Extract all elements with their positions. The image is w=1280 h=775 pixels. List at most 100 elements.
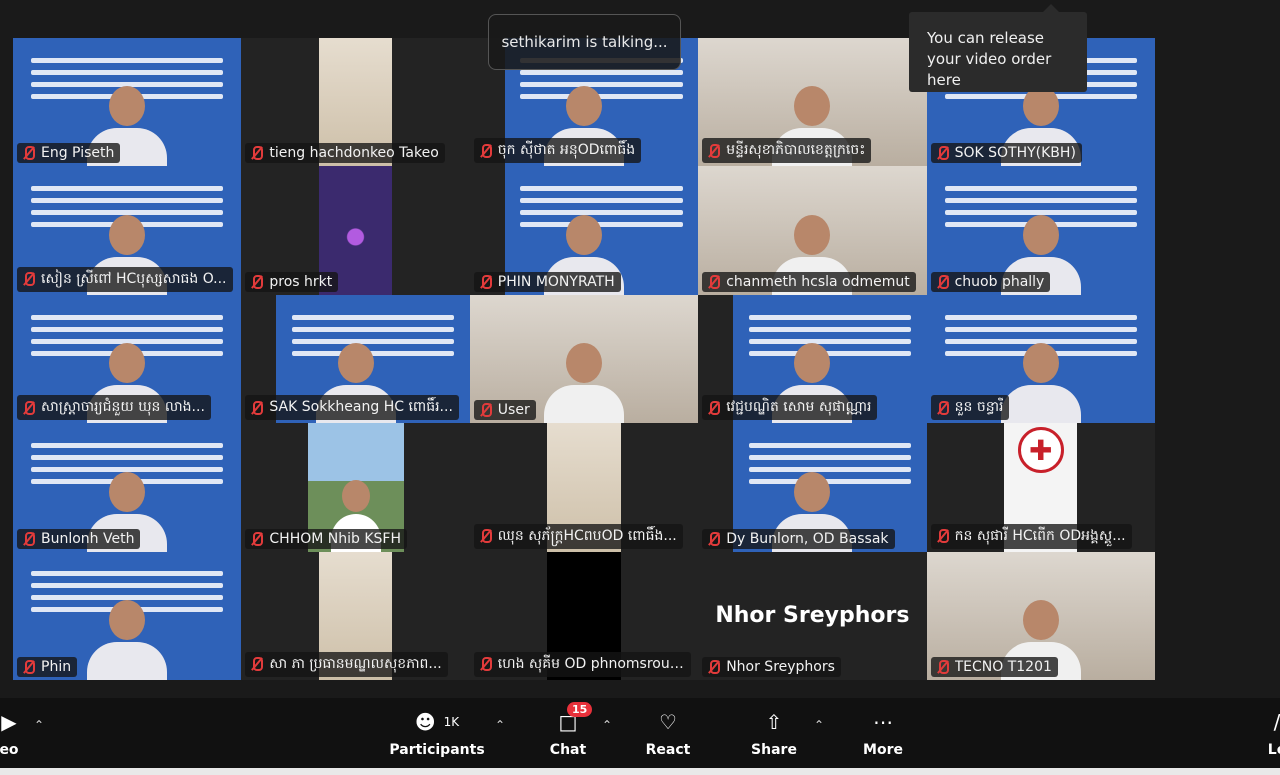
participant-tile[interactable]: វេជ្ជបណ្ឌិត សោម សុផាណ្ណារ	[698, 294, 927, 424]
participant-name-label: User	[473, 400, 536, 421]
participant-name-label: Nhor Sreyphors	[702, 656, 841, 677]
muted-mic-icon	[706, 400, 721, 416]
participant-name: ហេង សុគីម OD phnomsrouch	[497, 655, 685, 672]
participant-name-label: TECNO T1201	[930, 656, 1058, 677]
more-button[interactable]: ⋯ More	[858, 698, 908, 768]
participant-name-label: ហេង សុគីម OD phnomsrouch	[473, 651, 691, 677]
participant-name-label: ចុក សុីថាត អនុODពោធិ៍ង	[473, 138, 642, 164]
participant-tile[interactable]: chanmeth hcsla odmemut	[698, 166, 927, 295]
chat-button[interactable]: □ 15 Chat	[546, 698, 593, 768]
gallery-grid: Eng Piseth tieng hachdonkeo Takeo ចុក សុីថ…	[13, 38, 1155, 680]
participant-name: ឈុន សុភ័ក្រ្តHCពបOD ពោធិ៍ង...	[497, 527, 677, 544]
participant-name-label: Eng Piseth	[17, 143, 121, 164]
muted-mic-icon	[935, 145, 949, 161]
participant-tile[interactable]: Phin	[13, 551, 242, 680]
participant-name-label: Phin	[17, 656, 78, 677]
chat-icon: □ 15	[553, 702, 593, 736]
participant-name-label: សា ភា ប្រធានមណ្ឌលសុខភាព...	[245, 651, 448, 677]
participant-name: Dy Bunlorn, OD Bassak	[726, 530, 889, 547]
participant-tile[interactable]: សា ភា ប្រធានមណ្ឌលសុខភាព...	[241, 551, 470, 680]
muted-mic-icon	[249, 400, 264, 416]
muted-mic-icon	[935, 274, 949, 290]
participant-tile[interactable]: មន្ទីរសុខាភិបាលខេត្តក្រចេះ	[698, 38, 927, 167]
participant-tile[interactable]: សៀន ស្រីពៅ HCបុស្សសាធង O...	[13, 166, 242, 295]
meeting-toolbar: ▶ eo ⌃ ☻ 1K Participants ⌃ □ 15 Chat ⌃ ♡ R…	[0, 698, 1280, 768]
participant-name-label: Bunlonh Veth	[17, 528, 141, 549]
participant-name-label: tieng hachdonkeo Takeo	[245, 143, 445, 164]
participant-name: User	[497, 402, 530, 419]
participant-name-label: CHHOM Nhib KSFH	[245, 528, 407, 549]
participant-figure	[543, 343, 624, 424]
react-button[interactable]: ♡ React	[643, 698, 693, 768]
participant-tile[interactable]: TECNO T1201	[926, 551, 1155, 680]
participant-tile[interactable]: Eng Piseth	[13, 38, 242, 167]
chat-options-caret[interactable]: ⌃	[602, 718, 612, 732]
video-options-caret[interactable]: ⌃	[34, 718, 44, 732]
participant-name-label: មន្ទីរសុខាភិបាលខេត្តក្រចេះ	[702, 138, 872, 164]
muted-mic-icon	[478, 143, 492, 159]
muted-mic-icon	[935, 659, 949, 675]
taskbar-strip	[0, 768, 1280, 775]
react-label: React	[645, 742, 691, 758]
muted-mic-icon	[706, 659, 721, 675]
participant-name: Bunlonh Veth	[41, 530, 135, 547]
muted-mic-icon	[935, 400, 949, 416]
participant-tile[interactable]: Nhor Sreyphors Nhor Sreyphors	[698, 551, 927, 680]
participant-name: កន សុផារី HCពើក ODអង្គស្គួ...	[954, 527, 1126, 544]
participant-name-label: ឈុន សុភ័ក្រ្តHCពបOD ពោធិ៍ង...	[473, 523, 683, 549]
participant-tile[interactable]: User	[469, 294, 699, 424]
participant-name: tieng hachdonkeo Takeo	[269, 145, 439, 162]
share-button[interactable]: ⇧ Share	[750, 698, 798, 768]
participant-name-label: នួន ចន្ធារី	[930, 395, 1010, 421]
participants-label: Participants	[389, 742, 485, 758]
muted-mic-icon	[21, 400, 35, 416]
participant-name-label: សៀន ស្រីពៅ HCបុស្សសាធង O...	[17, 266, 233, 292]
video-label: eo	[0, 742, 19, 758]
participant-name: សាស្ត្រាចារ្យជំនួយ ឃុន លាង...	[41, 399, 205, 416]
more-label: More	[863, 742, 903, 758]
muted-mic-icon	[706, 274, 721, 290]
participant-tile[interactable]: chuob phally	[926, 166, 1155, 295]
participant-tile[interactable]: សាស្ត្រាចារ្យជំនួយ ឃុន លាង...	[13, 294, 242, 424]
muted-mic-icon	[478, 274, 492, 290]
share-options-caret[interactable]: ⌃	[814, 718, 824, 732]
participant-name: TECNO T1201	[954, 658, 1052, 675]
participant-tile[interactable]: ហេង សុគីម OD phnomsrouch	[469, 551, 699, 680]
zoom-meeting-window: Eng Piseth tieng hachdonkeo Takeo ចុក សុីថ…	[0, 0, 1280, 775]
participant-tile[interactable]: CHHOM Nhib KSFH	[241, 423, 470, 552]
muted-mic-icon	[249, 656, 264, 672]
muted-mic-icon	[478, 656, 492, 672]
participant-tile[interactable]: នួន ចន្ធារី	[926, 294, 1155, 424]
participant-tile[interactable]: pros hrkt	[241, 166, 470, 295]
participant-tile[interactable]: PHIN MONYRATH	[469, 166, 699, 295]
video-button[interactable]: ▶ eo	[0, 698, 24, 768]
participants-count: 1K	[443, 715, 460, 729]
participant-name-label: វេជ្ជបណ្ឌិត សោម សុផាណ្ណារ	[702, 395, 878, 421]
participant-name: SOK SOTHY(KBH)	[954, 145, 1076, 162]
participant-video	[87, 599, 168, 680]
participant-name: chuob phally	[954, 273, 1045, 290]
participant-tile[interactable]: Bunlonh Veth	[13, 423, 242, 552]
participant-video	[1000, 343, 1081, 424]
more-icon: ⋯	[873, 710, 893, 734]
participants-options-caret[interactable]: ⌃	[495, 718, 505, 732]
muted-mic-icon	[249, 531, 264, 547]
participant-name-label: SOK SOTHY(KBH)	[930, 143, 1082, 164]
leave-button[interactable]: / Le	[1262, 698, 1280, 768]
participants-button[interactable]: ☻ 1K Participants	[389, 698, 485, 768]
participant-tile[interactable]: SAK Sokkheang HC ពោធិ៍រ...	[241, 294, 470, 424]
participant-tile[interactable]: Dy Bunlorn, OD Bassak	[698, 423, 927, 552]
heart-icon: ♡	[659, 710, 677, 734]
participant-name-label: pros hrkt	[245, 271, 339, 292]
participant-tile[interactable]: ✚ កន សុផារី HCពើក ODអង្គស្គួ...	[926, 423, 1155, 552]
participant-tile[interactable]: tieng hachdonkeo Takeo	[241, 38, 470, 167]
red-cross-logo: ✚	[1017, 427, 1064, 474]
video-order-tooltip: You can release your video order here	[909, 4, 1087, 92]
participant-name: សៀន ស្រីពៅ HCបុស្សសាធង O...	[41, 270, 227, 287]
participant-tile[interactable]: ឈុន សុភ័ក្រ្តHCពបOD ពោធិ៍ង...	[469, 423, 699, 552]
participant-name: CHHOM Nhib KSFH	[269, 530, 401, 547]
video-off-icon: ▶	[1, 710, 17, 734]
leave-label: Le	[1267, 742, 1280, 758]
participant-name: pros hrkt	[269, 273, 333, 290]
participant-name: Phin	[41, 658, 72, 675]
